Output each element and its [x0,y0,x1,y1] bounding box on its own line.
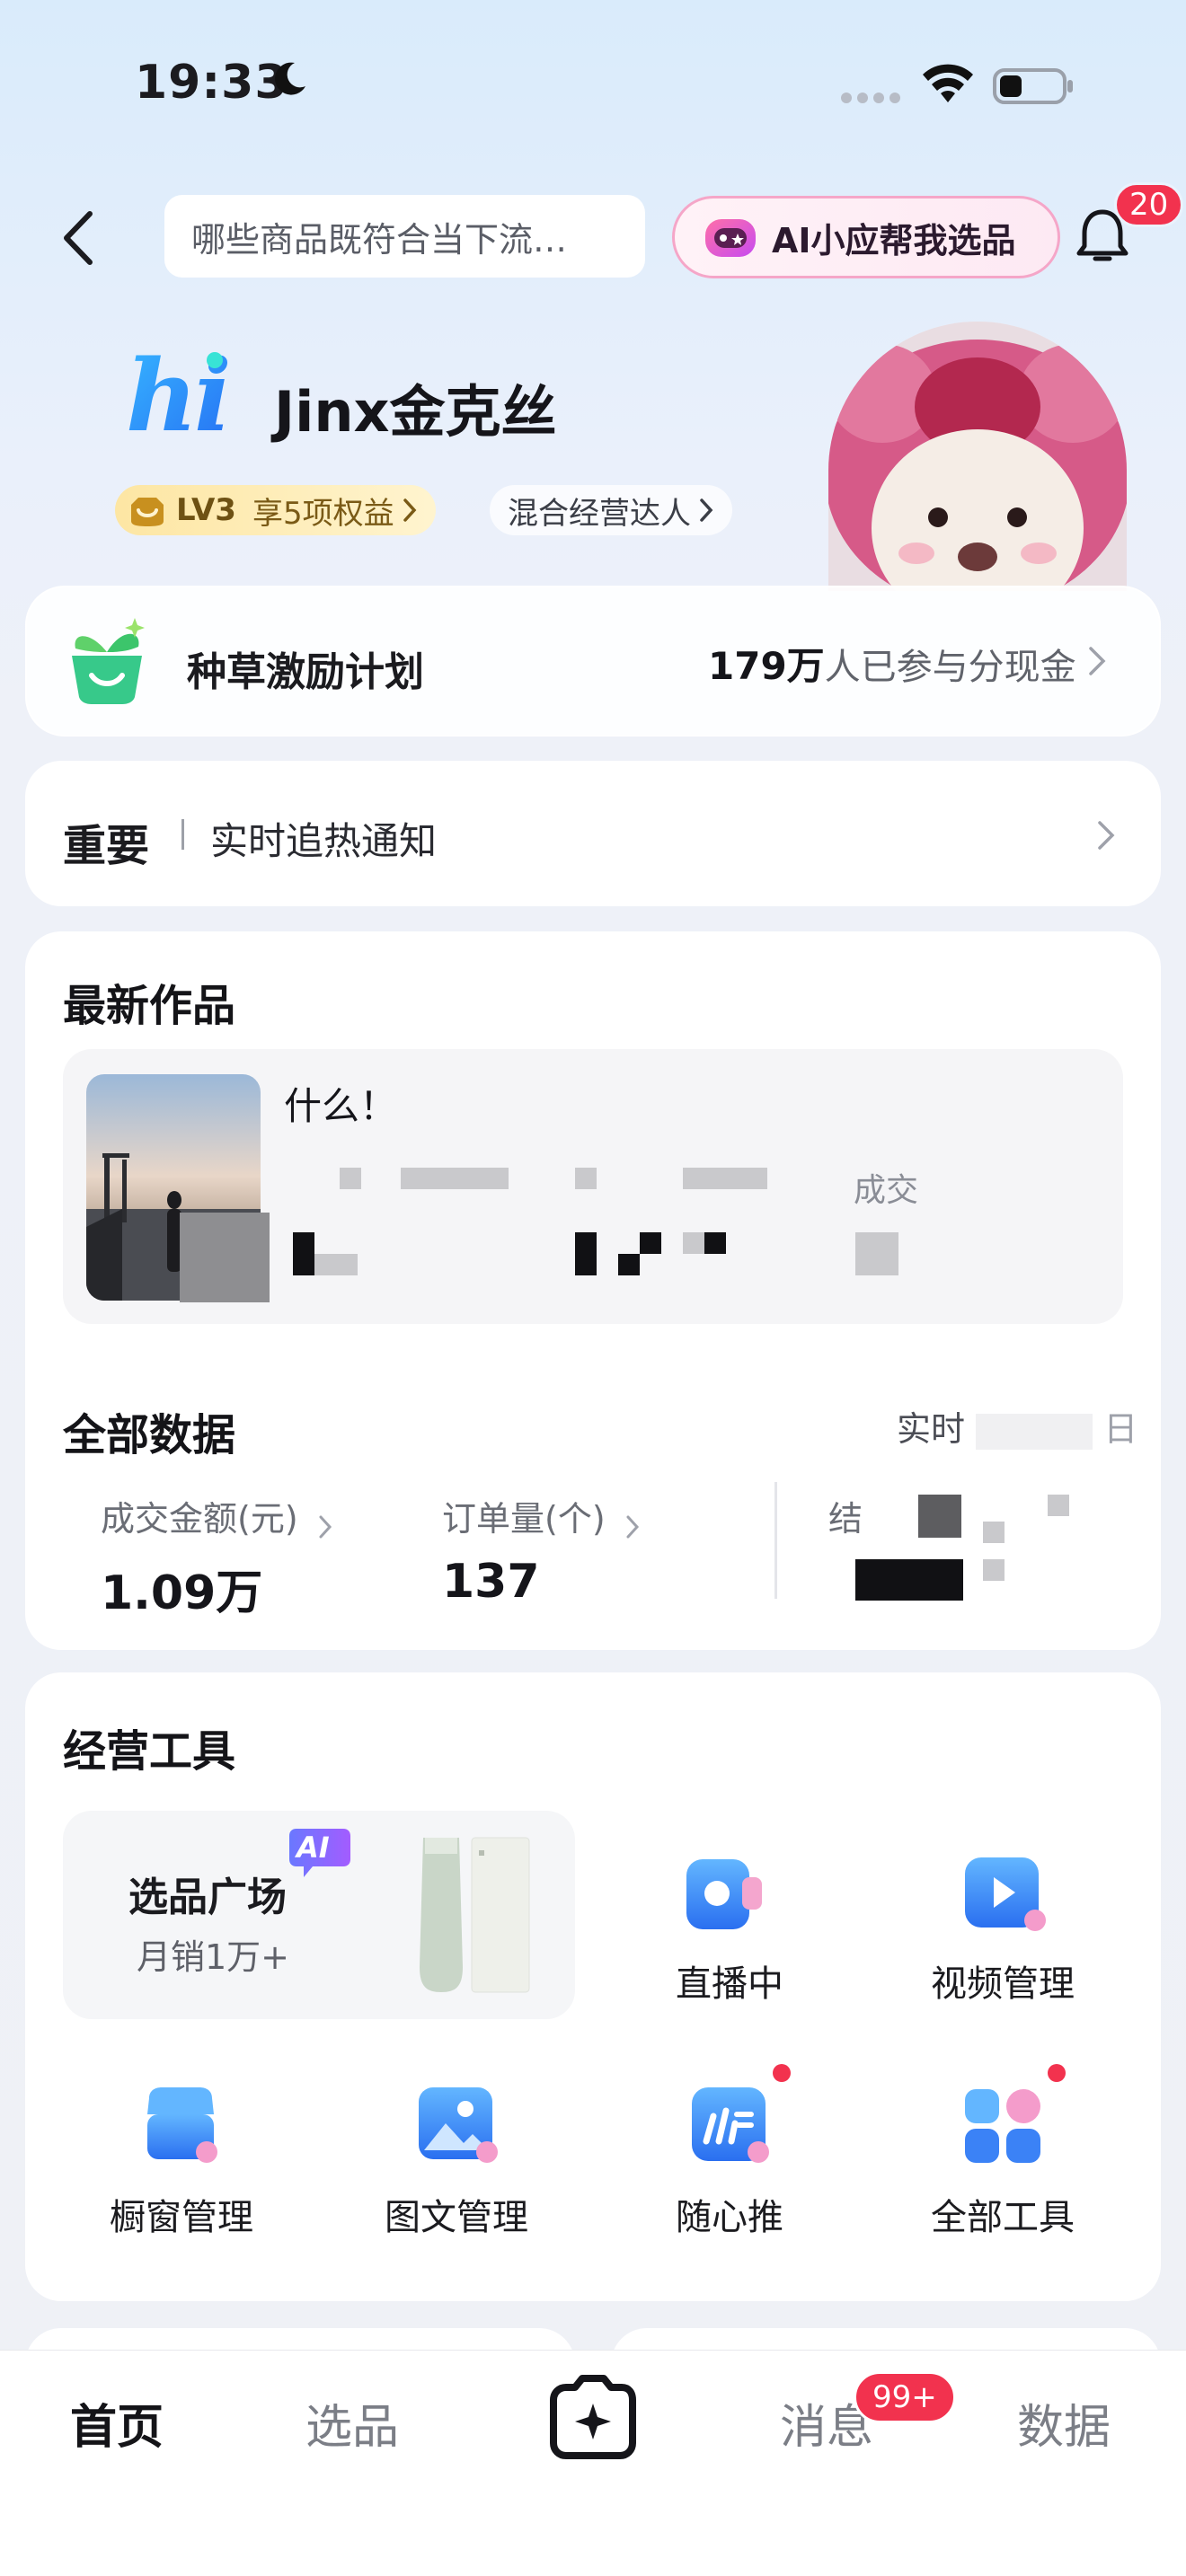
redacted-block [983,1559,1005,1581]
redacted-block [855,1232,898,1275]
level-badge[interactable]: LV3 享5项权益 [115,485,436,535]
search-input[interactable]: 哪些商品既符合当下流… [164,195,645,278]
incentive-suffix: 人已参与分现金 [824,647,1076,688]
live-icon[interactable] [674,1845,773,1944]
moon-icon [275,62,305,95]
sprout-icon [72,618,145,704]
promote-icon[interactable] [679,2075,778,2174]
redacted-block [983,1522,1005,1543]
ai-tag: AI [288,1827,352,1879]
camera-create-icon[interactable] [548,2371,638,2461]
redacted-block [340,1168,361,1189]
all-tools-icon[interactable] [952,2075,1051,2174]
level-benefit: 享5项权益 [252,495,394,532]
search-placeholder: 哪些商品既符合当下流… [191,219,568,260]
level-text: LV3 [176,492,236,528]
ai-select-button[interactable]: AI小应帮我选品 [672,196,1060,278]
ai-tag-text: AI [296,1831,330,1865]
metric-label: 订单量(个) [442,1499,606,1539]
role-badge[interactable]: 混合经营达人 [490,485,732,535]
notice-title: 重要 [63,821,150,871]
message-badge: 99+ [854,2371,956,2423]
tab-select-products[interactable]: 选品 [305,2389,399,2457]
ai-select-label: AI小应帮我选品 [772,220,1016,260]
back-icon[interactable] [56,207,101,269]
username: Jinx金克丝 [274,379,557,445]
video-icon[interactable] [952,1845,1051,1944]
battery-icon [993,68,1073,104]
image-text-icon[interactable] [406,2075,505,2174]
redacted-block [918,1495,961,1538]
metric-value: 137 [442,1555,540,1609]
redacted-block [293,1232,314,1275]
redacted-block [575,1168,597,1189]
avatar[interactable] [828,322,1127,591]
work-title: 什么！ [284,1084,398,1128]
tool-label: 直播中 [676,1963,783,2005]
redacted-block [855,1559,963,1601]
promote-new-dot [773,2064,791,2082]
latest-works-title: 最新作品 [63,981,236,1031]
tool-label: 随心推 [676,2197,783,2238]
redacted-block [575,1232,597,1275]
product-square-title: 选品广场 [128,1875,287,1920]
notice-card[interactable] [25,761,1161,906]
redacted-block [704,1232,726,1254]
data-period-label: 实时 [897,1409,966,1449]
redacted-block [180,1213,270,1302]
level-icon [131,498,164,526]
incentive-title: 种草激励计划 [187,649,424,695]
redacted-block [314,1254,358,1275]
product-image [420,1837,530,1993]
notification-badge: 20 [1114,182,1184,227]
tool-label: 视频管理 [931,1963,1075,2005]
tool-label: 橱窗管理 [110,2197,253,2238]
chevron-right-icon [700,498,713,522]
incentive-count: 179万 [708,644,825,688]
metric-divider [774,1482,777,1599]
tab-data[interactable]: 数据 [1017,2389,1111,2457]
redacted-block [1048,1495,1069,1516]
notice-divider [181,819,184,850]
data-period-suffix: 日 [1103,1409,1138,1449]
all-data-title: 全部数据 [63,1410,236,1460]
tools-title: 经营工具 [63,1726,236,1777]
metric-value: 1.09万 [101,1566,263,1620]
all-tools-new-dot [1048,2064,1066,2082]
status-time: 19:33 [135,56,288,110]
window-icon[interactable] [131,2075,230,2174]
signal-dots-icon [841,93,900,103]
chevron-right-icon [626,1515,639,1538]
metric-sales-amount[interactable]: 成交金额(元) 1.09万 [101,1491,333,1622]
redacted-block [683,1232,704,1254]
data-period-selector[interactable]: 实时 日 [897,1401,1137,1451]
tool-label: 图文管理 [385,2197,528,2238]
work-stat-label: 成交 [854,1172,919,1209]
hi-logo-dot [207,352,223,368]
metric-label-partial: 结 [828,1499,863,1539]
redacted-block [976,1413,1093,1450]
metric-orders[interactable]: 订单量(个) 137 [442,1491,641,1609]
wifi-icon [923,64,973,102]
chevron-right-icon [403,498,416,522]
notice-subtitle: 实时追热通知 [210,819,438,863]
tab-home[interactable]: 首页 [70,2389,164,2457]
chevron-right-icon [1098,821,1115,850]
redacted-block [640,1232,661,1254]
chevron-right-icon [1089,647,1106,675]
incentive-participants: 179万人已参与分现金 [708,636,1076,691]
role-text: 混合经营达人 [508,495,691,532]
chevron-right-icon [319,1515,332,1538]
redacted-block [618,1254,640,1275]
redacted-block [683,1168,767,1189]
tool-label: 全部工具 [931,2197,1075,2238]
redacted-block [401,1168,509,1189]
product-square-subtitle: 月销1万+ [137,1937,290,1977]
metric-label: 成交金额(元) [101,1499,298,1539]
ai-robot-icon [705,219,756,257]
